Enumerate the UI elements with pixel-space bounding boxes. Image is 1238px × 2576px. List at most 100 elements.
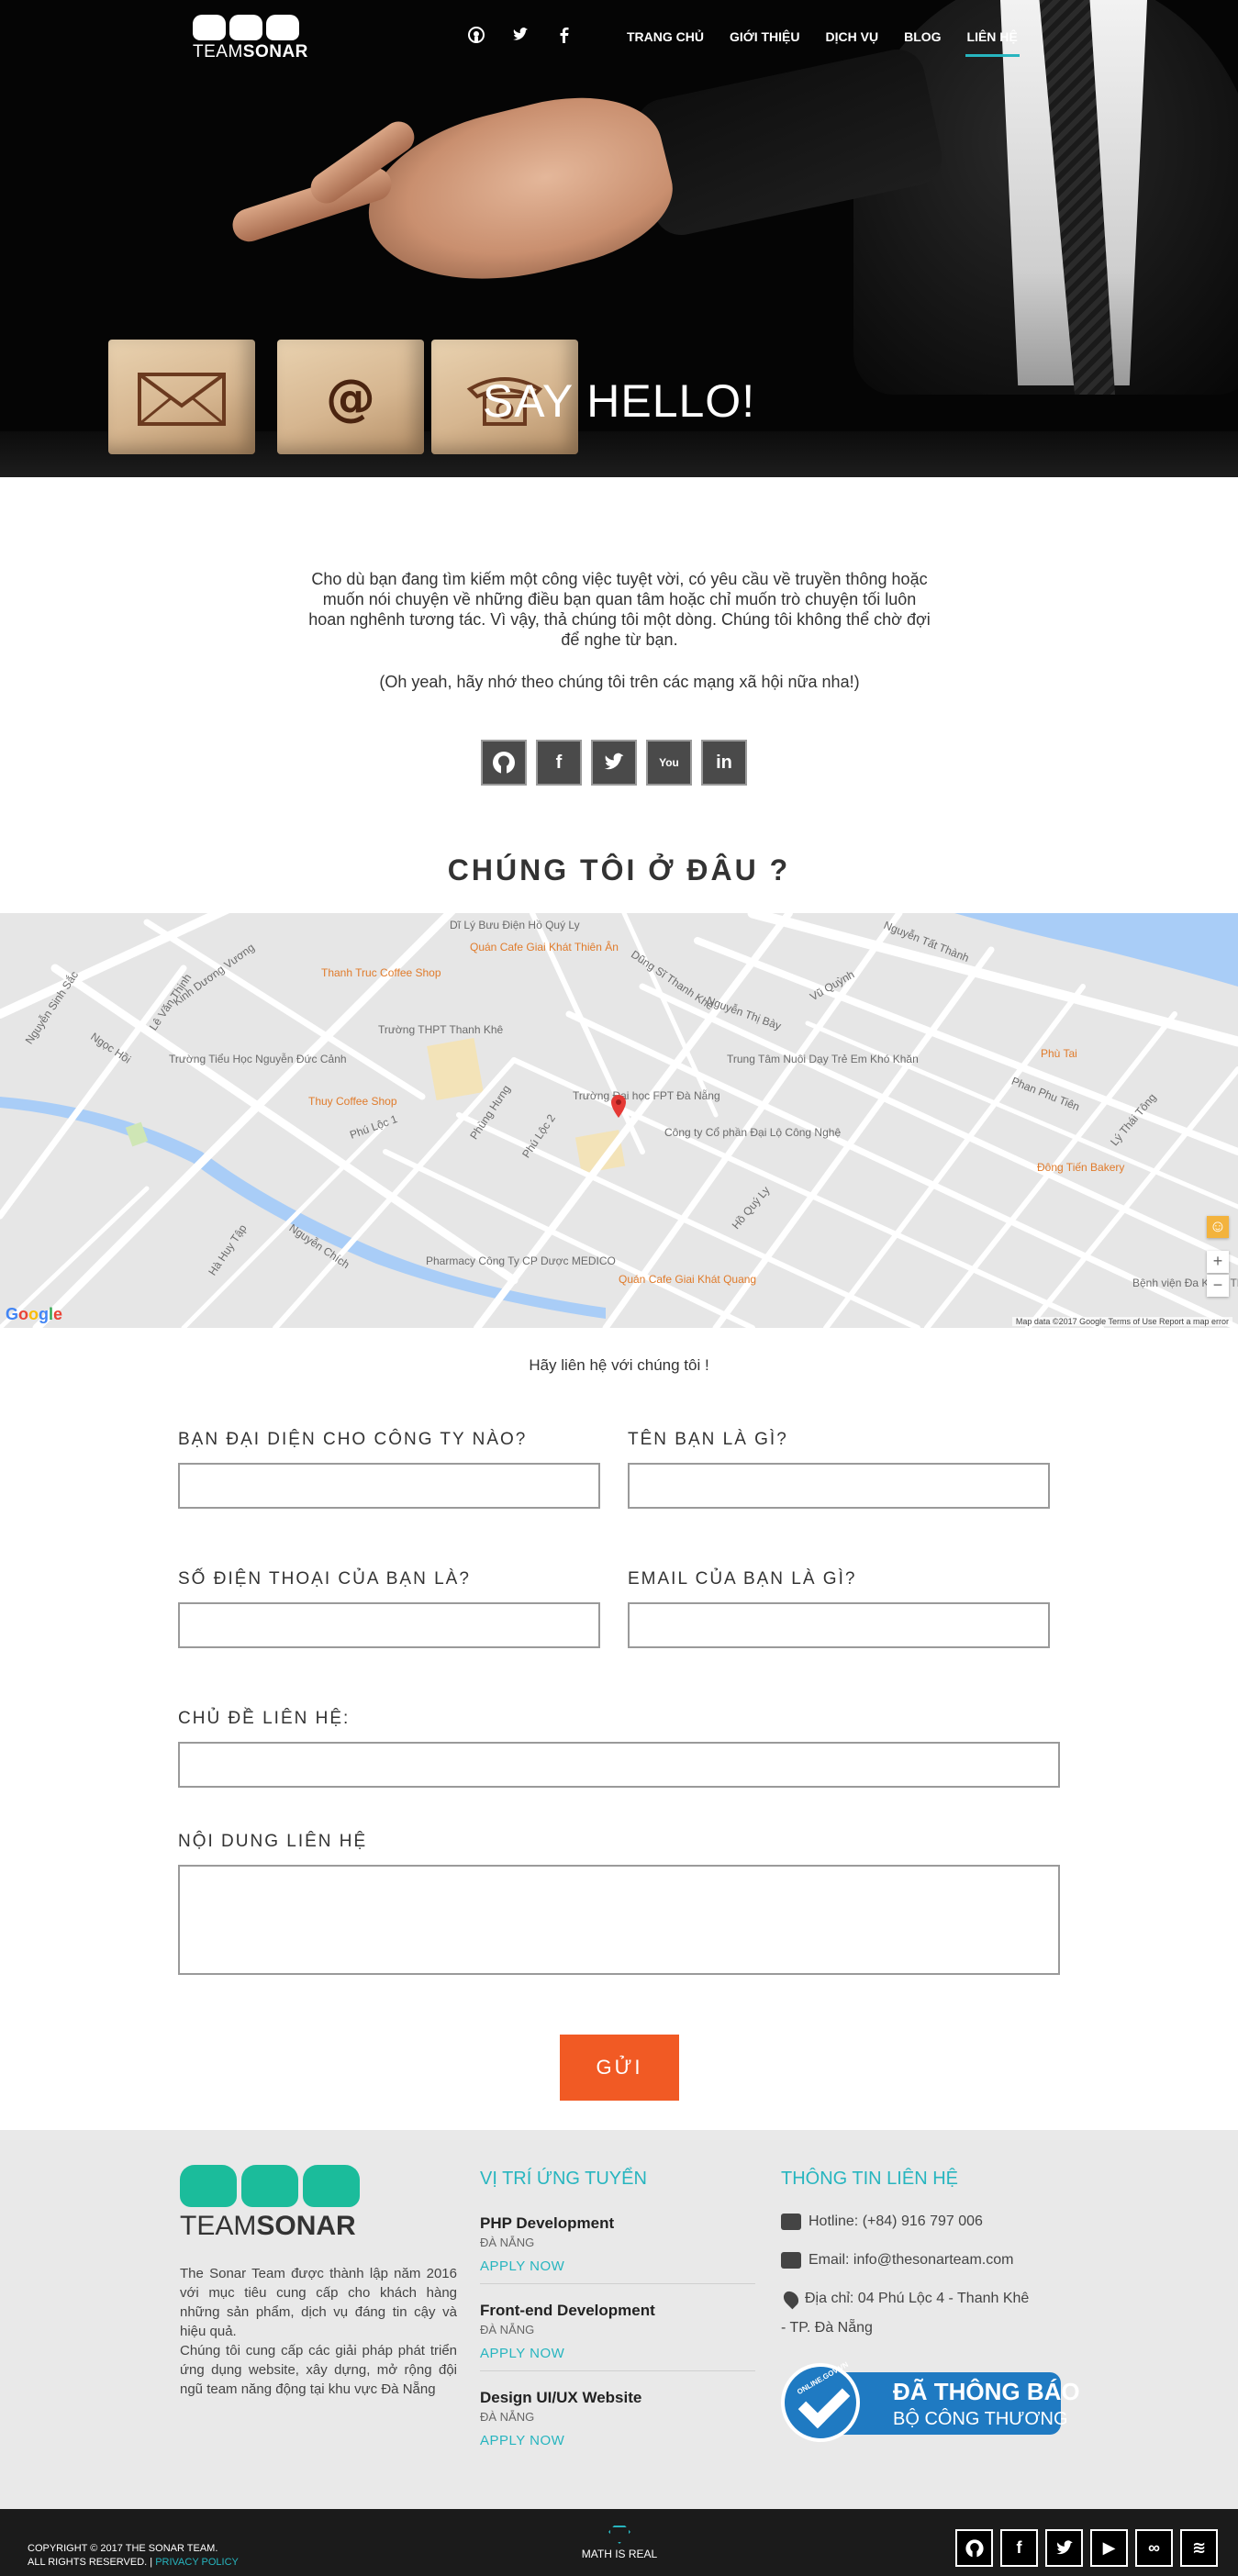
apply-now-link[interactable]: APPLY NOW xyxy=(480,2258,755,2274)
github-icon[interactable] xyxy=(481,740,527,786)
subject-input[interactable] xyxy=(178,1742,1060,1788)
intro-text-block: Cho dù bạn đang tìm kiếm một công việc t… xyxy=(303,569,936,692)
github-icon[interactable] xyxy=(466,26,486,46)
site-footer: TEAMSONAR The Sonar Team được thành lập … xyxy=(0,2130,1238,2509)
footer-social-links: f ▶ ∞ ≋ xyxy=(955,2529,1218,2567)
hotline-text: Hotline: (+84) 916 797 006 xyxy=(809,2214,983,2229)
job-title[interactable]: PHP Development xyxy=(480,2214,755,2233)
address-city-text: - TP. Đà Nẵng xyxy=(781,2320,873,2336)
send-button[interactable]: GỬI xyxy=(560,2035,679,2101)
wifi-icon[interactable]: ≋ xyxy=(1180,2529,1218,2567)
job-title[interactable]: Front-end Development xyxy=(480,2302,755,2320)
intro-note: (Oh yeah, hãy nhớ theo chúng tôi trên cá… xyxy=(379,673,860,691)
privacy-policy-link[interactable]: PRIVACY POLICY xyxy=(155,2557,239,2568)
email-text[interactable]: Email: info@thesonarteam.com xyxy=(809,2252,1013,2268)
envelope-icon xyxy=(781,2251,801,2269)
subject-label: CHỦ ĐỀ LIÊN HỆ: xyxy=(178,1709,351,1728)
hero-banner: @ SAY HELLO! TEAMSONAR TRANG CHỦ GIỚI TH… xyxy=(0,0,1238,477)
job-item: Front-end Development ĐÀ NẴNG APPLY NOW xyxy=(480,2302,755,2371)
nav-item-about[interactable]: GIỚI THIỆU xyxy=(730,29,800,44)
footer-logo[interactable]: TEAMSONAR xyxy=(180,2165,360,2242)
map-label: Trường THPT Thanh Khê xyxy=(378,1023,504,1036)
address-row: Địa chỉ: 04 Phú Lộc 4 - Thanh Khê - TP. … xyxy=(780,2284,1065,2343)
job-city: ĐÀ NẴNG xyxy=(480,2236,535,2249)
job-item: PHP Development ĐÀ NẴNG APPLY NOW xyxy=(480,2214,755,2284)
map-label: Dĩ Lý Bưu Điện Hồ Quý Ly xyxy=(450,919,580,931)
jobs-heading: VỊ TRÍ ỨNG TUYỂN xyxy=(480,2169,647,2189)
nav-item-contact[interactable]: LIÊN HỆ xyxy=(965,29,1021,57)
map-poi: Thanh Truc Coffee Shop xyxy=(321,966,441,979)
bottom-bar: COPYRIGHT © 2017 THE SONAR TEAM. ALL RIG… xyxy=(0,2509,1238,2576)
map-poi: Quán Cafe Giai Khát Thiên Ân xyxy=(470,941,619,953)
map-poi: Đông Tiến Bakery xyxy=(1037,1161,1125,1174)
message-label: NỘI DUNG LIÊN HỆ xyxy=(178,1832,368,1851)
apply-now-link[interactable]: APPLY NOW xyxy=(480,2346,755,2361)
badge-box: ĐÃ THÔNG BÁO BỘ CÔNG THƯƠNG xyxy=(838,2372,1080,2435)
tagline-text: MATH IS REAL xyxy=(581,2548,658,2560)
apply-now-link[interactable]: APPLY NOW xyxy=(480,2433,755,2448)
twitter-icon[interactable] xyxy=(1045,2529,1083,2567)
social-links-row: f You in xyxy=(481,740,747,786)
zoom-in-button[interactable]: + xyxy=(1207,1251,1229,1273)
about-paragraph: The Sonar Team được thành lập năm 2016 v… xyxy=(180,2266,457,2339)
link-icon[interactable]: ∞ xyxy=(1135,2529,1173,2567)
facebook-icon[interactable]: f xyxy=(1000,2529,1038,2567)
youtube-icon[interactable]: ▶ xyxy=(1090,2529,1128,2567)
map-label: Trung Tâm Nuôi Dạy Trẻ Em Khó Khăn xyxy=(727,1053,919,1065)
name-input[interactable] xyxy=(628,1463,1050,1509)
nav-item-blog[interactable]: BLOG xyxy=(904,29,941,44)
map-marker-icon[interactable] xyxy=(609,1093,628,1119)
phone-icon xyxy=(781,2213,801,2230)
logo-mark-icon xyxy=(193,15,303,40)
map-poi: Quán Cafe Giai Khát Quang xyxy=(619,1273,757,1286)
job-title[interactable]: Design UI/UX Website xyxy=(480,2389,755,2407)
job-divider xyxy=(480,2370,755,2371)
map-label: Trường Đại học FPT Đà Nẵng xyxy=(573,1089,720,1102)
company-input[interactable] xyxy=(178,1463,600,1509)
hero-hand-image xyxy=(351,75,686,310)
job-item: Design UI/UX Website ĐÀ NẴNG APPLY NOW xyxy=(480,2389,755,2448)
company-label: BẠN ĐẠI DIỆN CHO CÔNG TY NÀO? xyxy=(178,1430,528,1449)
hero-title: SAY HELLO! xyxy=(482,375,756,427)
map-pin-icon xyxy=(780,2288,802,2310)
tagline: MATH IS REAL xyxy=(578,2526,661,2560)
site-logo[interactable]: TEAMSONAR xyxy=(193,15,307,64)
phone-label: SỐ ĐIỆN THOẠI CỦA BẠN LÀ? xyxy=(178,1569,471,1589)
street-view-pegman-icon[interactable]: ☺ xyxy=(1207,1216,1229,1238)
facebook-icon[interactable] xyxy=(554,26,574,46)
rights-line: ALL RIGHTS RESERVED. | xyxy=(28,2557,153,2568)
phone-input[interactable] xyxy=(178,1602,600,1648)
github-icon[interactable] xyxy=(955,2529,993,2567)
map-poi: Phù Tai xyxy=(1041,1047,1077,1060)
youtube-icon[interactable]: You xyxy=(646,740,692,786)
map-poi: Thuy Coffee Shop xyxy=(308,1095,397,1108)
header-social-links xyxy=(466,26,574,46)
twitter-icon[interactable] xyxy=(510,26,530,46)
badge-line-1: ĐÃ THÔNG BÁO xyxy=(893,2378,1080,2405)
linkedin-icon[interactable]: in xyxy=(701,740,747,786)
zoom-out-button[interactable]: − xyxy=(1207,1275,1229,1297)
message-textarea[interactable] xyxy=(178,1865,1060,1975)
copyright-text: COPYRIGHT © 2017 THE SONAR TEAM. ALL RIG… xyxy=(28,2542,239,2570)
badge-circle: ONLINE.GOV.VN xyxy=(781,2360,860,2442)
job-city: ĐÀ NẴNG xyxy=(480,2410,535,2424)
location-map[interactable]: Dĩ Lý Bưu Điện Hồ Quý Ly Quán Cafe Giai … xyxy=(0,913,1238,1328)
nav-item-home[interactable]: TRANG CHỦ xyxy=(627,29,704,44)
footer-logo-wordmark: TEAMSONAR xyxy=(180,2211,356,2241)
email-input[interactable] xyxy=(628,1602,1050,1648)
bo-cong-thuong-badge[interactable]: ĐÃ THÔNG BÁO BỘ CÔNG THƯƠNG ONLINE.GOV.V… xyxy=(781,2360,1080,2442)
badge-line-2: BỘ CÔNG THƯƠNG xyxy=(893,2409,1068,2429)
name-label: TÊN BẠN LÀ GÌ? xyxy=(628,1430,788,1449)
facebook-icon[interactable]: f xyxy=(536,740,582,786)
twitter-icon[interactable] xyxy=(591,740,637,786)
email-label: EMAIL CỦA BẠN LÀ GÌ? xyxy=(628,1569,857,1589)
job-divider xyxy=(480,2283,755,2284)
nav-item-services[interactable]: DỊCH VỤ xyxy=(826,29,879,44)
map-attribution[interactable]: Map data ©2017 Google Terms of Use Repor… xyxy=(1011,1317,1232,1326)
intro-paragraph: Cho dù bạn đang tìm kiếm một công việc t… xyxy=(308,570,931,649)
about-paragraph: Chúng tôi cung cấp các giải pháp phát tr… xyxy=(180,2343,457,2397)
hotline-row: Hotline: (+84) 916 797 006 xyxy=(781,2207,1065,2236)
map-label: Pharmacy Công Ty CP Dược MEDICO xyxy=(426,1255,616,1267)
address-text: Địa chỉ: 04 Phú Lộc 4 - Thanh Khê xyxy=(805,2291,1030,2306)
main-nav: TRANG CHỦ GIỚI THIỆU DỊCH VỤ BLOG LIÊN H… xyxy=(627,29,1043,57)
